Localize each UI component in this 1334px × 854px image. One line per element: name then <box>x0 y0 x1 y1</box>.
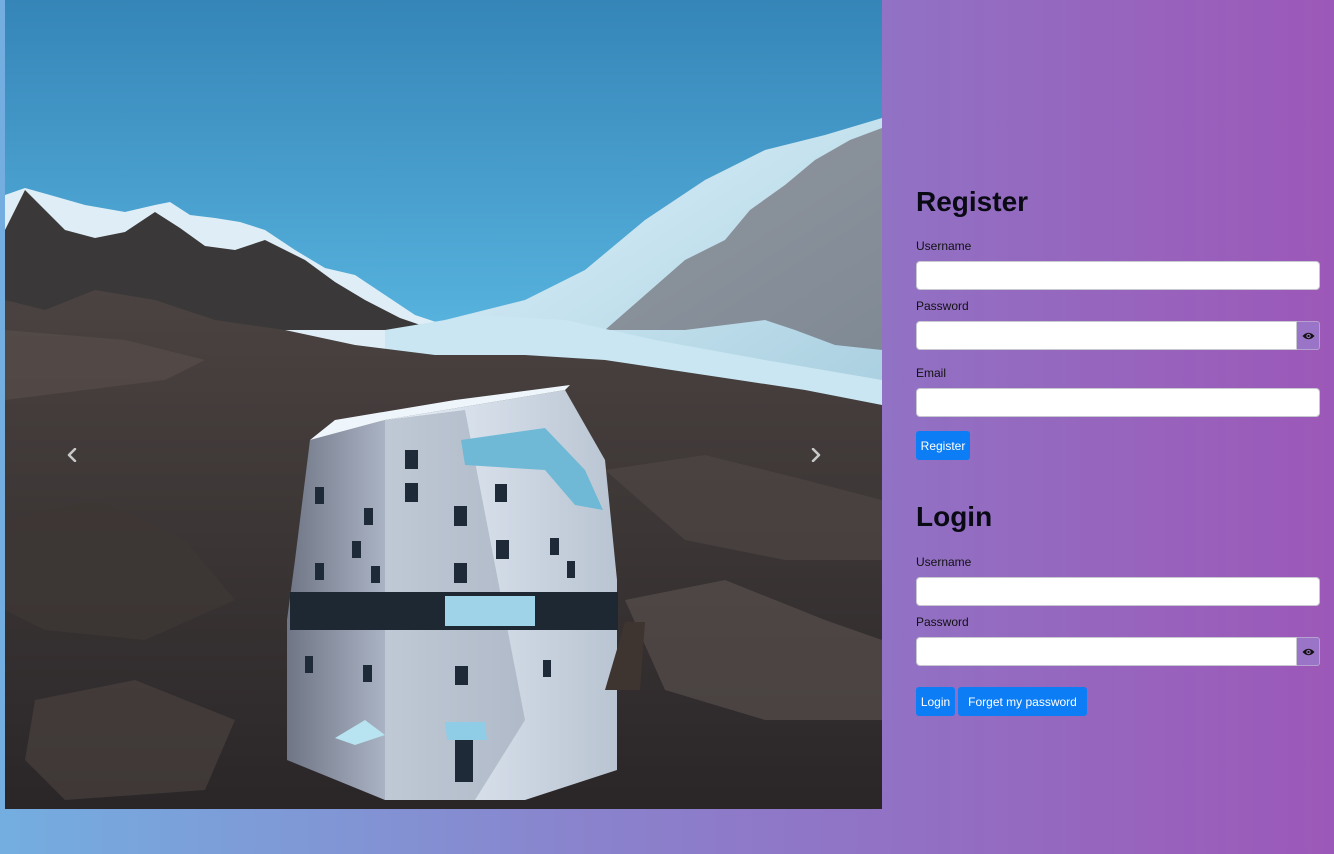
forgot-password-button[interactable]: Forget my password <box>958 687 1087 716</box>
register-username-label: Username <box>916 239 972 253</box>
register-password-label: Password <box>916 299 969 313</box>
carousel-next-button[interactable] <box>799 438 833 472</box>
chevron-right-icon <box>811 448 821 462</box>
register-email-input[interactable] <box>916 388 1320 417</box>
image-carousel <box>5 0 882 809</box>
register-username-input[interactable] <box>916 261 1320 290</box>
login-password-input[interactable] <box>916 637 1297 666</box>
register-password-input[interactable] <box>916 321 1297 350</box>
login-username-label: Username <box>916 555 972 569</box>
carousel-prev-button[interactable] <box>55 438 89 472</box>
register-title: Register <box>916 186 1029 217</box>
login-title: Login <box>916 501 993 532</box>
eye-icon <box>1302 332 1314 339</box>
register-email-label: Email <box>916 366 947 380</box>
chevron-left-icon <box>67 448 77 462</box>
login-button[interactable]: Login <box>916 687 955 716</box>
register-password-toggle[interactable] <box>1297 321 1320 350</box>
carousel-slide-image <box>5 0 882 809</box>
login-username-input[interactable] <box>916 577 1320 606</box>
eye-icon <box>1302 648 1314 655</box>
login-password-toggle[interactable] <box>1297 637 1320 666</box>
login-password-label: Password <box>916 615 969 629</box>
register-button[interactable]: Register <box>916 431 970 460</box>
